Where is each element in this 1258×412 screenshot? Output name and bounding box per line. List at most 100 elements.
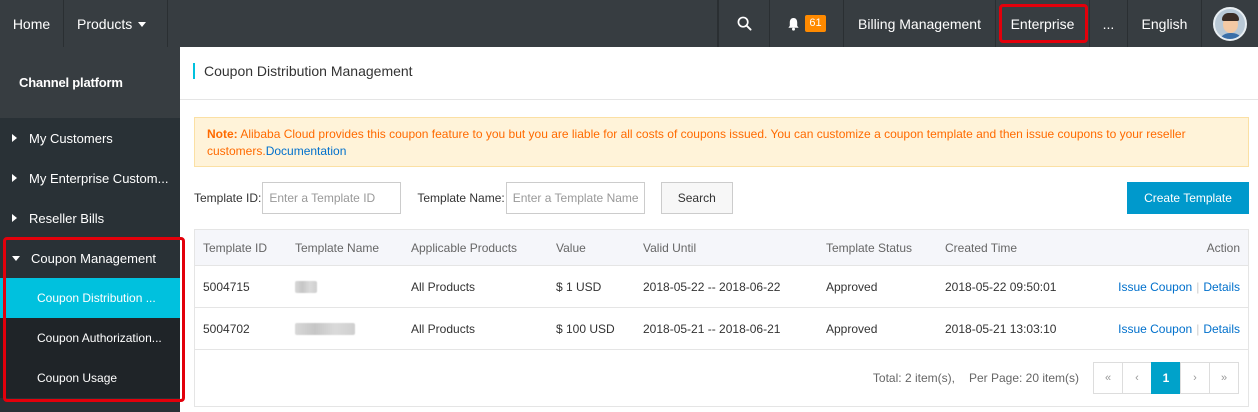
search-button[interactable]: Search: [660, 182, 733, 214]
template-status-cell: Approved: [826, 321, 878, 336]
topbar-spacer: [168, 0, 718, 47]
next-page-button[interactable]: ›: [1180, 362, 1210, 394]
template-id-cell: 5004702: [203, 321, 250, 336]
notifications-button[interactable]: 61: [770, 0, 844, 47]
template-name-cell: [287, 322, 403, 336]
template-status-cell: Approved: [826, 279, 878, 294]
highlight-box: [999, 4, 1088, 43]
title-divider: [180, 99, 1258, 100]
redacted-text: [295, 281, 317, 294]
sidebar: Channel platform My Customers My Enterpr…: [0, 47, 185, 412]
table-row: 5004702 All Products $ 100 USD 2018-05-2…: [195, 308, 1248, 350]
nav-home-link[interactable]: Home: [0, 0, 64, 47]
template-name-label: Template Name:: [417, 191, 505, 205]
column-header: Valid Until: [643, 240, 697, 255]
language-label: English: [1141, 15, 1188, 32]
template-id-cell: 5004715: [203, 279, 250, 294]
column-header: Applicable Products: [411, 240, 518, 255]
caret-right-icon: [12, 214, 17, 222]
action-cell: Issue Coupon | Details: [1111, 280, 1248, 294]
chevron-down-icon: [138, 22, 147, 27]
column-header: Template ID: [203, 240, 268, 255]
caret-right-icon: [12, 134, 17, 142]
valid-until-cell: 2018-05-21 -- 2018-06-21: [643, 321, 781, 336]
sidebar-subitem-label: Coupon Distribution ...: [37, 291, 156, 305]
created-time-cell: 2018-05-22 09:50:01: [945, 279, 1057, 294]
value-cell: $ 100 USD: [556, 321, 615, 336]
issue-coupon-link[interactable]: Issue Coupon: [1118, 322, 1192, 336]
page-title: Coupon Distribution Management: [193, 63, 413, 79]
pagination-controls: « ‹ 1 › »: [1093, 362, 1239, 394]
sidebar-item-my-customers[interactable]: My Customers: [0, 118, 180, 158]
pagination-bar: Total: 2 item(s), Per Page: 20 item(s) «…: [195, 350, 1248, 406]
nav-billing-management[interactable]: Billing Management: [844, 0, 996, 47]
nav-products-label: Products: [77, 15, 133, 32]
notice-text: Alibaba Cloud provides this coupon featu…: [207, 127, 1186, 158]
nav-enterprise[interactable]: Enterprise: [996, 0, 1090, 47]
sidebar-item-coupon-management[interactable]: Coupon Management: [0, 238, 180, 278]
sidebar-subitem-label: Coupon Authorization...: [37, 331, 162, 345]
caret-right-icon: [12, 174, 17, 182]
filter-bar: Template ID: Template Name: Search Creat…: [194, 182, 1249, 214]
table-row: 5004715 All Products $ 1 USD 2018-05-22 …: [195, 266, 1248, 308]
first-page-button[interactable]: «: [1093, 362, 1123, 394]
prev-page-button[interactable]: ‹: [1122, 362, 1152, 394]
template-id-input[interactable]: [262, 182, 402, 214]
action-separator: |: [1196, 321, 1200, 336]
applicable-products-cell: All Products: [411, 279, 476, 294]
column-header: Created Time: [945, 240, 1018, 255]
bell-icon: [788, 17, 799, 31]
nav-home-label: Home: [12, 15, 51, 32]
top-navigation-bar: Home Products 61 Billing Management Ente…: [0, 0, 1258, 47]
documentation-link[interactable]: Documentation: [266, 144, 347, 158]
action-cell: Issue Coupon | Details: [1111, 322, 1248, 336]
sidebar-subitem-label: Coupon Usage: [37, 371, 118, 385]
nav-more-label: ...: [1102, 15, 1115, 32]
table-header-row: Template ID Template Name Applicable Pro…: [195, 230, 1248, 266]
column-header: Template Name: [295, 240, 380, 255]
caret-down-icon: [12, 255, 20, 261]
column-header: Template Status: [826, 240, 913, 255]
coupon-template-table: Template ID Template Name Applicable Pro…: [194, 229, 1249, 407]
current-page-button[interactable]: 1: [1151, 362, 1181, 394]
sidebar-subitem-coupon-distribution[interactable]: Coupon Distribution ...: [0, 278, 180, 318]
notice-prefix: Note:: [207, 127, 238, 141]
sidebar-subitem-coupon-usage[interactable]: Coupon Usage: [0, 358, 180, 398]
action-separator: |: [1196, 279, 1200, 294]
valid-until-cell: 2018-05-22 -- 2018-06-22: [643, 279, 781, 294]
applicable-products-cell: All Products: [411, 321, 476, 336]
main-content: Coupon Distribution Management Note: Ali…: [180, 47, 1258, 412]
sidebar-subitem-coupon-authorization[interactable]: Coupon Authorization...: [0, 318, 180, 358]
sidebar-item-my-enterprise-customers[interactable]: My Enterprise Custom...: [0, 158, 180, 198]
issue-coupon-link[interactable]: Issue Coupon: [1118, 280, 1192, 294]
notice-banner: Note: Alibaba Cloud provides this coupon…: [194, 117, 1249, 167]
last-page-button[interactable]: »: [1209, 362, 1239, 394]
user-avatar-button[interactable]: [1202, 0, 1258, 47]
column-header: Action: [1206, 240, 1240, 255]
nav-products-menu[interactable]: Products: [64, 0, 168, 47]
redacted-text: [295, 323, 355, 336]
nav-more-menu[interactable]: ...: [1090, 0, 1128, 47]
language-selector[interactable]: English: [1128, 0, 1202, 47]
sidebar-item-label: My Enterprise Custom...: [29, 170, 169, 186]
notification-count-badge: 61: [805, 15, 826, 32]
template-name-cell: [287, 280, 403, 294]
sidebar-item-label: My Customers: [29, 130, 113, 146]
sidebar-title: Channel platform: [0, 47, 180, 118]
sidebar-group-coupon-management: Coupon Management Coupon Distribution ..…: [0, 237, 185, 402]
details-link[interactable]: Details: [1203, 322, 1240, 336]
search-icon: [737, 16, 752, 31]
sidebar-item-reseller-bills[interactable]: Reseller Bills: [0, 198, 180, 238]
sidebar-item-label: Reseller Bills: [29, 210, 105, 226]
sidebar-menu: My Customers My Enterprise Custom... Res…: [0, 118, 185, 402]
pagination-per-page: Per Page: 20 item(s): [968, 371, 1079, 385]
template-name-input[interactable]: [505, 182, 645, 214]
search-button[interactable]: [718, 0, 770, 47]
pagination-total: Total: 2 item(s),: [872, 371, 955, 385]
template-id-label: Template ID:: [194, 191, 262, 205]
create-template-button[interactable]: Create Template: [1127, 182, 1249, 214]
value-cell: $ 1 USD: [556, 279, 602, 294]
created-time-cell: 2018-05-21 13:03:10: [945, 321, 1057, 336]
details-link[interactable]: Details: [1203, 280, 1240, 294]
column-header: Value: [556, 240, 586, 255]
